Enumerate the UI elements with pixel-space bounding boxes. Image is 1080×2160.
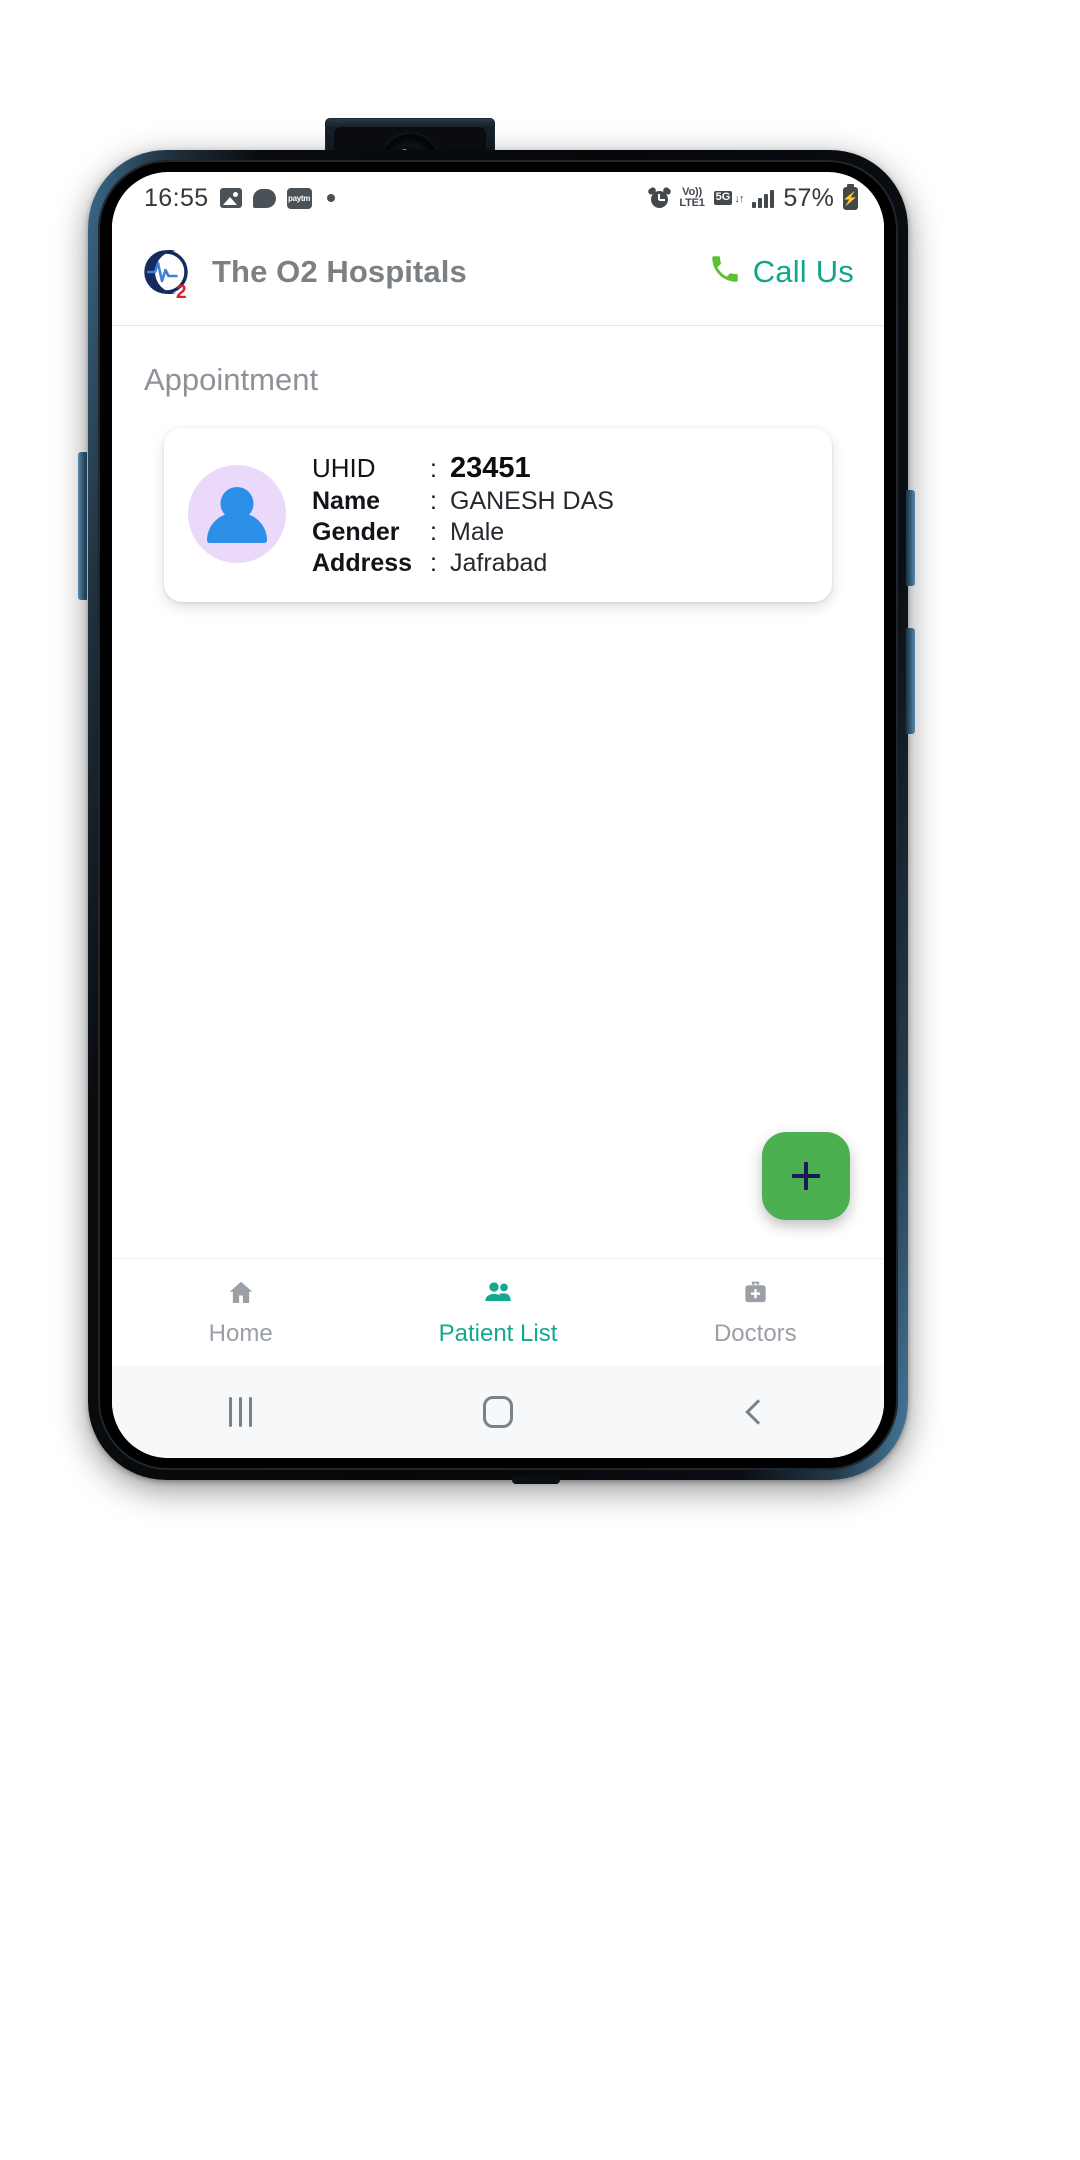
nav-item-home[interactable]: Home: [112, 1278, 369, 1348]
patient-field-gender: Gender : Male: [312, 518, 614, 547]
call-us-button[interactable]: Call Us: [708, 252, 854, 291]
patient-field-name: Name : GANESH DAS: [312, 487, 614, 516]
phone-button-volume[interactable]: [906, 628, 915, 734]
paytm-icon: paytm: [286, 187, 312, 209]
phone-icon: [708, 252, 742, 291]
patient-card[interactable]: UHID : 23451 Name : GANESH DAS Gender : …: [164, 428, 832, 602]
field-value: GANESH DAS: [450, 487, 614, 515]
alarm-icon: [647, 185, 673, 209]
field-colon: :: [430, 455, 437, 483]
field-colon: :: [430, 549, 437, 577]
app-header: 2 The O2 Hospitals Call Us: [112, 218, 884, 326]
content-area: UHID : 23451 Name : GANESH DAS Gender : …: [112, 424, 884, 1258]
phone-button-power[interactable]: [906, 490, 915, 586]
phone-screen: 16:55 paytm Vo)) LTE1 5G ↓↑ 57% ⚡ 2 The …: [112, 172, 884, 1458]
chat-icon: [252, 188, 276, 208]
field-label: Gender: [312, 518, 400, 546]
add-appointment-fab[interactable]: [762, 1132, 850, 1220]
nav-item-doctors[interactable]: Doctors: [627, 1278, 884, 1348]
field-value: Male: [450, 518, 505, 546]
data-arrows-icon: ↓↑: [734, 192, 744, 205]
status-bar-left: 16:55 paytm: [144, 184, 335, 213]
nav-item-patient-list[interactable]: Patient List: [369, 1278, 626, 1348]
network-badge-label: 5G: [713, 191, 733, 205]
signal-bars-icon: [752, 189, 775, 208]
phone-button-left[interactable]: [78, 452, 87, 600]
battery-charging-icon: ⚡: [842, 183, 859, 210]
back-icon[interactable]: [627, 1399, 884, 1425]
field-label: Name: [312, 487, 381, 515]
people-icon: [481, 1278, 515, 1308]
app-title: The O2 Hospitals: [212, 253, 467, 289]
network-5g-icon: 5G ↓↑: [713, 191, 744, 205]
bottom-navigation: Home Patient List Doctors: [112, 1258, 884, 1366]
field-label: Address: [312, 549, 413, 577]
status-bar-right: Vo)) LTE1 5G ↓↑ 57% ⚡: [647, 183, 859, 213]
image-icon: [219, 188, 242, 208]
field-colon: :: [430, 487, 437, 515]
field-label: UHID: [312, 453, 376, 483]
volte-line-2: LTE1: [679, 197, 705, 209]
patient-field-address: Address : Jafrabad: [312, 549, 614, 578]
android-navigation-bar: [112, 1366, 884, 1458]
volte-icon: Vo)) LTE1: [679, 187, 704, 209]
person-avatar-icon: [188, 465, 286, 563]
patient-fields: UHID : 23451 Name : GANESH DAS Gender : …: [312, 450, 614, 578]
home-pill-icon[interactable]: [369, 1396, 626, 1428]
screenshot-stage: 16:55 paytm Vo)) LTE1 5G ↓↑ 57% ⚡ 2 The …: [0, 0, 1080, 2160]
nav-label: Home: [208, 1319, 273, 1347]
home-icon: [224, 1278, 258, 1308]
nav-label: Doctors: [713, 1319, 797, 1347]
field-value: Jafrabad: [450, 549, 548, 577]
battery-percent-label: 57%: [783, 183, 834, 212]
svg-text:2: 2: [176, 282, 187, 301]
recents-icon[interactable]: [112, 1397, 369, 1427]
field-value: 23451: [450, 452, 531, 484]
patient-field-uhid: UHID : 23451: [312, 452, 614, 485]
o2-hospitals-logo: 2: [136, 243, 194, 303]
status-bar-clock: 16:55: [144, 183, 209, 212]
call-us-label: Call Us: [752, 253, 854, 289]
brand: 2 The O2 Hospitals: [136, 243, 708, 303]
dot-icon: [326, 194, 335, 202]
medical-bag-icon: [738, 1278, 772, 1308]
field-colon: :: [430, 518, 437, 546]
plus-icon: [789, 1159, 823, 1193]
status-bar: 16:55 paytm Vo)) LTE1 5G ↓↑ 57% ⚡: [112, 172, 884, 218]
phone-bottom-port: [512, 1476, 560, 1484]
page-title: Appointment: [144, 362, 319, 397]
nav-label: Patient List: [438, 1319, 558, 1347]
